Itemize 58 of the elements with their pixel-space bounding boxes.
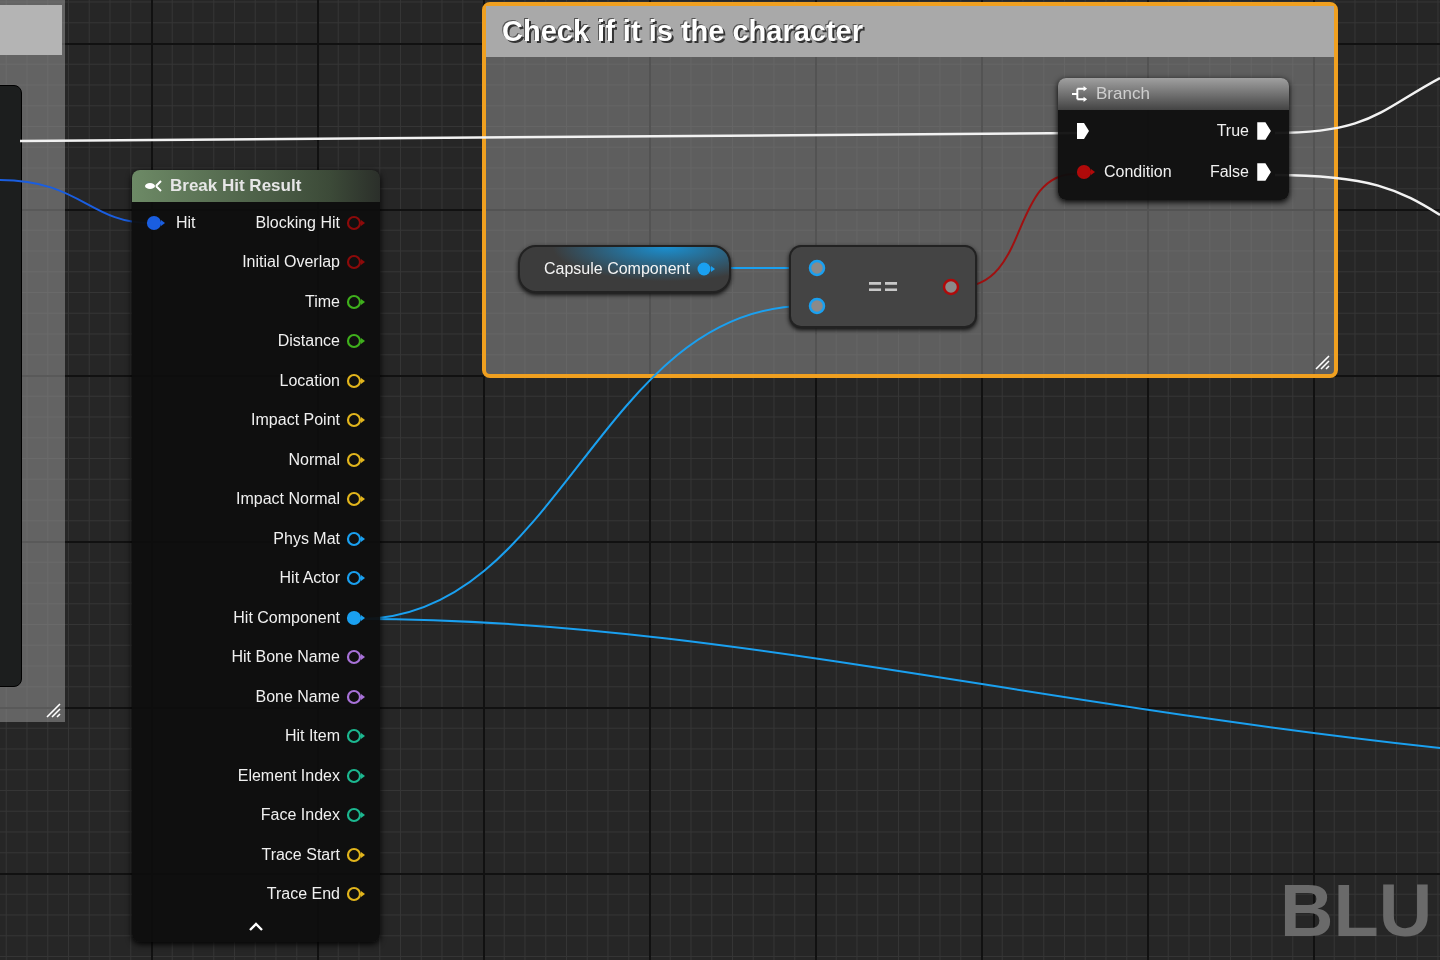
output-pin-icon[interactable]	[346, 333, 366, 350]
output-pin-icon[interactable]	[346, 728, 366, 745]
resize-handle-icon[interactable]	[45, 702, 61, 718]
pin-label: Phys Mat	[273, 529, 340, 548]
output-pin-icon[interactable]	[346, 767, 366, 784]
output-pin-icon[interactable]	[346, 372, 366, 389]
pin-label: Hit Bone Name	[231, 648, 340, 667]
output-pin-icon[interactable]	[346, 846, 366, 863]
comment-header	[0, 5, 62, 55]
pin-label: Hit Item	[284, 727, 340, 746]
pin-label: False	[1209, 162, 1249, 181]
pin-label: Normal	[288, 450, 340, 469]
output-pin-icon[interactable]	[346, 570, 366, 587]
pin-label: Initial Overlap	[242, 253, 340, 272]
branch-icon	[1070, 86, 1090, 102]
output-pin-icon[interactable]	[346, 530, 366, 547]
output-pin-icon[interactable]	[346, 688, 366, 705]
pin-label: True	[1216, 121, 1249, 140]
output-pin-icon[interactable]	[346, 807, 366, 824]
pin-label: Trace End	[266, 885, 340, 904]
pin-label: Element Index	[237, 766, 340, 785]
pin-label: Hit Actor	[279, 569, 340, 588]
input-pin-icon[interactable]	[1076, 163, 1096, 180]
pin-label: Trace Start	[261, 845, 340, 864]
pin-label: Location	[279, 371, 340, 390]
exec-pin-icon[interactable]	[1076, 121, 1090, 140]
node-title: Branch	[1096, 84, 1150, 104]
input-pin-icon[interactable]	[807, 257, 827, 278]
input-pin-icon[interactable]	[807, 295, 827, 316]
pin-label: Face Index	[260, 806, 340, 825]
chevron-up-icon[interactable]	[248, 922, 264, 932]
graph-type-label: BLU	[1280, 874, 1433, 948]
output-pin-icon[interactable]	[346, 886, 366, 903]
pin-label: Distance	[277, 332, 340, 351]
output-pin-icon[interactable]	[346, 649, 366, 666]
exec-pin-icon[interactable]	[1257, 162, 1271, 181]
node-title: Capsule Component	[544, 260, 690, 278]
output-pin-icon[interactable]	[346, 293, 366, 310]
output-pin-icon[interactable]	[346, 412, 366, 429]
node-title: Break Hit Result	[170, 176, 302, 196]
variable-node[interactable]: Capsule Component	[518, 245, 731, 293]
output-pin-icon[interactable]	[346, 609, 366, 626]
output-pin-icon[interactable]	[346, 491, 366, 508]
pin-label: Hit Component	[233, 608, 340, 627]
resize-handle-icon[interactable]	[1314, 354, 1330, 370]
pin-label: Bone Name	[255, 687, 340, 706]
pin-label: Condition	[1104, 162, 1172, 181]
pin-label: Impact Normal	[235, 490, 340, 509]
pin-label: Time	[305, 292, 340, 311]
pin-label: Hit	[176, 213, 196, 232]
break-struct-icon	[144, 178, 164, 194]
pin-label: Blocking Hit	[255, 213, 340, 232]
exec-pin-icon[interactable]	[1257, 121, 1271, 140]
pin-label: Impact Point	[251, 411, 340, 430]
comment-title: Check if it is the character	[502, 15, 864, 48]
operator-label: ==	[867, 272, 901, 301]
output-pin-icon[interactable]	[346, 451, 366, 468]
input-pin-icon[interactable]	[146, 214, 166, 231]
